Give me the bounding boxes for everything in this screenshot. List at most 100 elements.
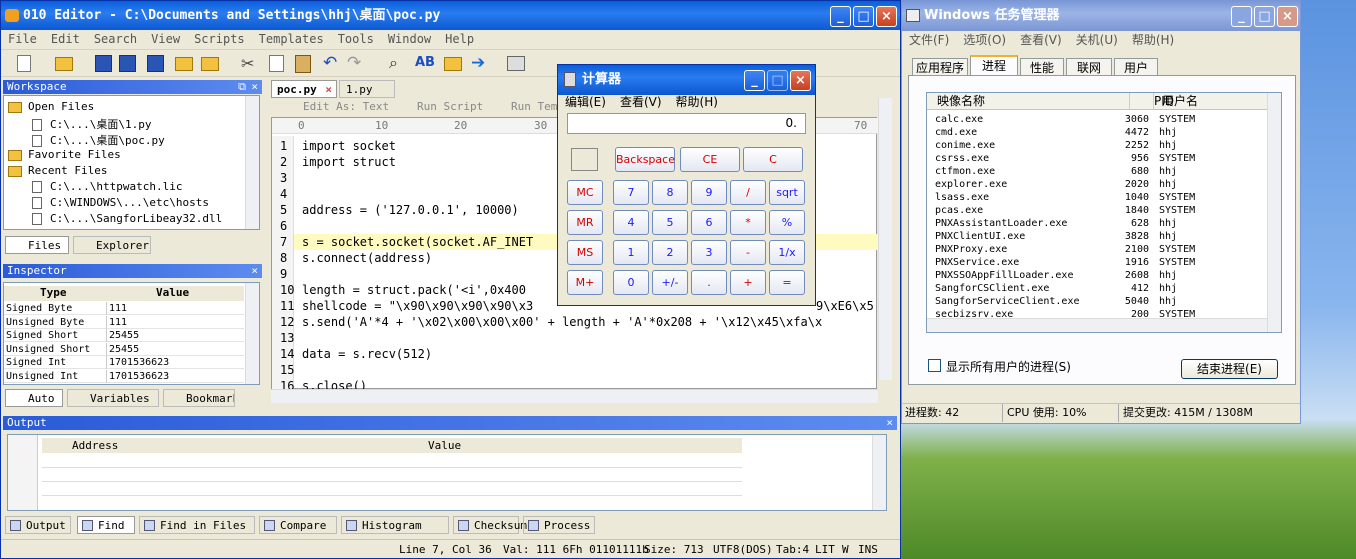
- calc-key-button[interactable]: 0: [613, 270, 649, 295]
- calc-close-button[interactable]: ×: [790, 70, 811, 91]
- tab-files[interactable]: Files: [5, 236, 69, 254]
- calc-key-button[interactable]: 8: [652, 180, 688, 205]
- inspector-row[interactable]: Unsigned Byte 111: [4, 315, 244, 329]
- tree-recent-3[interactable]: C:\...\SangforLibeay32.dll: [32, 212, 222, 225]
- process-row[interactable]: explorer.exe 2020 hhj: [927, 178, 1267, 191]
- bottom-tab-output[interactable]: Output: [5, 516, 71, 534]
- process-row[interactable]: calc.exe 3060 SYSTEM: [927, 113, 1267, 126]
- process-scrollbar-h[interactable]: [927, 318, 1267, 332]
- col-username[interactable]: 用户名: [1153, 93, 1198, 110]
- calc-menu-help[interactable]: 帮助(H): [669, 93, 725, 111]
- run-script-button[interactable]: Run Script: [417, 98, 483, 116]
- edit-as-button[interactable]: Edit As: Text: [303, 98, 389, 116]
- paste-icon[interactable]: [295, 55, 311, 73]
- tm-menu-view[interactable]: 查看(V): [1013, 31, 1069, 49]
- workspace-scrollbar[interactable]: [245, 96, 259, 229]
- editor-title-bar[interactable]: 010 Editor - C:\Documents and Settings\h…: [1, 1, 900, 31]
- process-row[interactable]: lsass.exe 1040 SYSTEM: [927, 191, 1267, 204]
- col-image-name[interactable]: 映像名称: [937, 93, 985, 110]
- menu-tools[interactable]: Tools: [331, 30, 381, 48]
- menu-file[interactable]: File: [1, 30, 44, 48]
- calc-key-button[interactable]: 2: [652, 240, 688, 265]
- tm-menu-shutdown[interactable]: 关机(U): [1069, 31, 1125, 49]
- calc-key-button[interactable]: 6: [691, 210, 727, 235]
- col-type[interactable]: Type: [40, 286, 67, 299]
- calc-ms-button[interactable]: MS: [567, 240, 603, 265]
- menu-window[interactable]: Window: [381, 30, 438, 48]
- show-all-users-label[interactable]: 显示所有用户的进程(S): [946, 358, 1071, 375]
- save-all-icon[interactable]: [147, 55, 164, 72]
- tm-close-button[interactable]: ×: [1277, 6, 1298, 27]
- panel-close-icon[interactable]: ×: [251, 80, 258, 94]
- tree-recent-files[interactable]: Recent Files: [8, 164, 107, 177]
- save-icon[interactable]: [95, 55, 112, 72]
- calc-key-button[interactable]: 1/x: [769, 240, 805, 265]
- replace-icon[interactable]: AB: [415, 55, 435, 70]
- file-tab-1py[interactable]: 1.py: [339, 80, 395, 98]
- tree-favorite-files[interactable]: Favorite Files: [8, 148, 121, 161]
- inspector-row[interactable]: Signed Int 1701536623: [4, 356, 244, 369]
- calc-mc-button[interactable]: MC: [567, 180, 603, 205]
- bottom-tab-find[interactable]: Find: [77, 516, 135, 534]
- tree-recent-1[interactable]: C:\...\httpwatch.lic: [32, 180, 182, 193]
- process-row[interactable]: PNXProxy.exe 2100 SYSTEM: [927, 243, 1267, 256]
- tree-recent-2[interactable]: C:\WINDOWS\...\etc\hosts: [32, 196, 209, 209]
- end-process-button[interactable]: 结束进程(E): [1181, 359, 1278, 379]
- tm-tab-2[interactable]: 性能: [1020, 58, 1064, 76]
- inspector-scrollbar[interactable]: [245, 283, 259, 384]
- print-icon[interactable]: [507, 56, 525, 71]
- minimize-button[interactable]: _: [830, 6, 851, 27]
- undo-icon[interactable]: ↶: [323, 53, 337, 73]
- new-file-icon[interactable]: [17, 55, 31, 72]
- folder-icon[interactable]: [201, 57, 219, 71]
- calc-menu-edit[interactable]: 编辑(E): [558, 93, 613, 111]
- code-scrollbar-h[interactable]: [271, 389, 878, 403]
- calc-key-button[interactable]: 3: [691, 240, 727, 265]
- calc-key-button[interactable]: 9: [691, 180, 727, 205]
- tm-tab-1[interactable]: 进程: [970, 55, 1018, 76]
- menu-scripts[interactable]: Scripts: [187, 30, 252, 48]
- calc-ce-button[interactable]: CE: [680, 147, 740, 172]
- calc-key-button[interactable]: 5: [652, 210, 688, 235]
- col-address[interactable]: Address: [72, 438, 118, 453]
- file-tab-pocpy[interactable]: poc.py ×: [271, 80, 337, 98]
- tm-minimize-button[interactable]: _: [1231, 6, 1252, 27]
- code-scrollbar-v[interactable]: [878, 98, 892, 380]
- process-scrollbar-v[interactable]: [1267, 93, 1281, 332]
- calc-key-button[interactable]: /: [730, 180, 766, 205]
- maximize-button[interactable]: □: [853, 6, 874, 27]
- find-in-files-icon[interactable]: [444, 57, 462, 71]
- bottom-tab-checksum[interactable]: Checksum: [453, 516, 527, 534]
- process-row[interactable]: SangforServiceClient.exe 5040 hhj: [927, 295, 1267, 308]
- output-scrollbar[interactable]: [872, 435, 886, 510]
- tree-open-files[interactable]: Open Files: [8, 100, 94, 113]
- col-value[interactable]: Value: [428, 438, 461, 453]
- calc-key-button[interactable]: sqrt: [769, 180, 805, 205]
- process-row[interactable]: SangforCSClient.exe 412 hhj: [927, 282, 1267, 295]
- menu-templates[interactable]: Templates: [252, 30, 331, 48]
- tm-maximize-button[interactable]: □: [1254, 6, 1275, 27]
- tree-file-1py[interactable]: C:\...\桌面\1.py: [32, 116, 151, 132]
- tm-tab-0[interactable]: 应用程序: [912, 58, 968, 76]
- menu-search[interactable]: Search: [87, 30, 144, 48]
- process-row[interactable]: PNXAssistantLoader.exe 628 hhj: [927, 217, 1267, 230]
- calc-backspace-button[interactable]: Backspace: [615, 147, 675, 172]
- tab-variables[interactable]: Variables: [67, 389, 159, 407]
- tm-tab-3[interactable]: 联网: [1066, 58, 1112, 76]
- open-folder-icon[interactable]: [55, 57, 73, 71]
- goto-icon[interactable]: ➔: [471, 53, 485, 73]
- close-icon[interactable]: ×: [325, 81, 332, 99]
- inspector-row[interactable]: Unsigned Int 1701536623: [4, 369, 244, 383]
- calc-key-button[interactable]: *: [730, 210, 766, 235]
- calc-mr-button[interactable]: MR: [567, 210, 603, 235]
- panel-close-icon[interactable]: ×: [886, 416, 893, 430]
- calc-key-button[interactable]: 1: [613, 240, 649, 265]
- copy-icon[interactable]: [269, 55, 284, 72]
- menu-help[interactable]: Help: [438, 30, 481, 48]
- calc-maximize-button[interactable]: □: [767, 70, 788, 91]
- inspector-row[interactable]: Signed Byte 111: [4, 302, 244, 315]
- process-row[interactable]: PNXService.exe 1916 SYSTEM: [927, 256, 1267, 269]
- tm-menu-file[interactable]: 文件(F): [902, 31, 956, 49]
- process-row[interactable]: cmd.exe 4472 hhj: [927, 126, 1267, 139]
- calc-c-button[interactable]: C: [743, 147, 803, 172]
